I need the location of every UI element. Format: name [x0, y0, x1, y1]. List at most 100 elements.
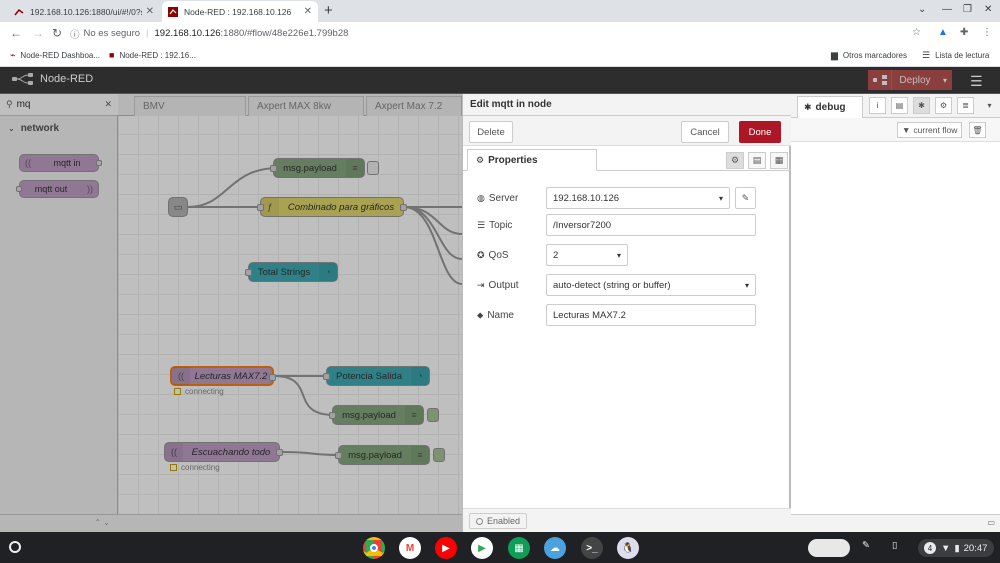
- sidebar-footer: ▭: [791, 514, 1000, 532]
- bug-icon: ✱: [804, 102, 812, 112]
- chrome-icon[interactable]: [363, 537, 385, 559]
- tab-properties[interactable]: ⚙ Properties: [467, 149, 597, 171]
- bookmark-label: Node-RED Dashboa...: [20, 51, 101, 60]
- browser-tab-dashboard[interactable]: 192.168.10.126:1880/ui/#!/0?soc ✕: [8, 1, 160, 22]
- popout-icon[interactable]: ▭: [987, 518, 995, 527]
- sheets-icon[interactable]: ▦: [508, 537, 530, 559]
- launcher-icon[interactable]: [9, 541, 21, 553]
- browser-tab-node-red[interactable]: Node-RED : 192.168.10.126 ✕: [162, 1, 318, 22]
- deploy-button[interactable]: Deploy ▾: [868, 70, 952, 90]
- settings-tab-icon[interactable]: ⚙: [726, 152, 744, 169]
- restore-icon[interactable]: ❐: [963, 4, 972, 15]
- close-icon[interactable]: ✕: [146, 6, 154, 17]
- done-button[interactable]: Done: [739, 121, 781, 143]
- reading-list[interactable]: ☰ Lista de lectura: [922, 50, 989, 61]
- appearance-tab-icon[interactable]: ▦: [770, 152, 788, 169]
- linux-penguin-icon[interactable]: 🐧: [617, 537, 639, 559]
- debug-toolbar: ▼ current flow 🗑: [791, 118, 1000, 142]
- gear-icon[interactable]: ⚙: [935, 97, 952, 114]
- browser-tab-bar: 192.168.10.126:1880/ui/#!/0?soc ✕ Node-R…: [0, 0, 1000, 22]
- os-taskbar: M ▶ ▶ ▦ ☁ >_ 🐧 ✎ ▯ 4 ▼ ▮ 20:47: [0, 532, 1000, 563]
- browser-tab-title: 192.168.10.126:1880/ui/#!/0?soc: [30, 6, 142, 17]
- database-icon[interactable]: ≣: [957, 97, 974, 114]
- globe-icon: ◍: [477, 192, 485, 203]
- back-arrow-icon[interactable]: ←: [10, 26, 22, 40]
- caret-down-icon[interactable]: ▾: [938, 76, 952, 85]
- close-icon[interactable]: ✕: [304, 6, 312, 17]
- qos-label-wrap: ✪ QoS: [477, 250, 546, 261]
- node-red-favicon-icon: ■: [109, 50, 115, 60]
- bug-tab-icon[interactable]: ✱: [913, 97, 930, 114]
- hamburger-menu-icon[interactable]: ☰: [970, 73, 983, 90]
- deploy-label: Deploy: [899, 74, 931, 86]
- topic-input[interactable]: /Inversor7200: [546, 214, 756, 236]
- toggle-circle-icon: [476, 517, 483, 525]
- tab-label: debug: [815, 102, 846, 113]
- bookmark-dashboard[interactable]: ⌁ Node-RED Dashboa...: [10, 50, 100, 61]
- qos-row: ✪ QoS 2 ▾: [477, 244, 777, 266]
- name-input[interactable]: Lecturas MAX7.2: [546, 304, 756, 326]
- other-bookmarks[interactable]: ▆ Otros marcadores: [831, 50, 907, 61]
- bookmark-label: Node-RED : 192.16...: [119, 50, 196, 60]
- bookmark-node-red[interactable]: ■ Node-RED : 192.16...: [109, 50, 196, 60]
- description-tab-icon[interactable]: ▤: [748, 152, 766, 169]
- info-icon[interactable]: i: [869, 97, 886, 114]
- filter-button[interactable]: ▼ current flow: [897, 122, 963, 138]
- drive-icon[interactable]: ▲: [938, 27, 948, 38]
- wifi-icon: ▼: [941, 542, 951, 554]
- sidebar: ✱ debug i ▤ ✱ ⚙ ≣ ▾ ▼ current flow 🗑 ▭: [790, 94, 1000, 532]
- trash-icon[interactable]: 🗑: [969, 122, 986, 138]
- edit-server-pencil-icon[interactable]: ✎: [735, 187, 756, 209]
- profile-dropdown-icon[interactable]: ⌄: [918, 4, 926, 15]
- server-select[interactable]: 192.168.10.126 ▾: [546, 187, 730, 209]
- youtube-icon[interactable]: ▶: [435, 537, 457, 559]
- gmail-icon[interactable]: M: [399, 537, 421, 559]
- enabled-toggle[interactable]: Enabled: [469, 513, 528, 529]
- battery-icon: ▮: [954, 542, 960, 554]
- url-host: 192.168.10.126: [154, 28, 221, 39]
- node-red-favicon-icon: [168, 6, 178, 17]
- name-label: Name: [487, 309, 514, 321]
- window-close-icon[interactable]: ✕: [984, 4, 992, 15]
- extensions-icon[interactable]: ✚: [960, 27, 968, 38]
- tray-footer: Enabled: [463, 508, 791, 532]
- star-icon[interactable]: ☆: [912, 27, 921, 38]
- url-bar[interactable]: ⓘ No es seguro | 192.168.10.126 :1880/#f…: [70, 25, 930, 42]
- tray-toolbar: Delete Cancel Done: [463, 116, 791, 146]
- output-label-wrap: ⇥ Output: [477, 280, 546, 291]
- output-select[interactable]: auto-detect (string or buffer) ▾: [546, 274, 756, 296]
- topic-row: ☰ Topic /Inversor7200: [477, 214, 777, 236]
- tab-debug[interactable]: ✱ debug: [797, 96, 863, 118]
- stylus-icon[interactable]: ✎: [862, 540, 870, 551]
- qos-select[interactable]: 2 ▾: [546, 244, 628, 266]
- sign-out-icon: ⇥: [477, 279, 485, 290]
- modal-overlay: [0, 94, 462, 532]
- node-red-logo-icon: [12, 73, 33, 85]
- server-label-wrap: ◍ Server: [477, 193, 546, 204]
- cancel-button[interactable]: Cancel: [681, 121, 729, 143]
- browser-tab-title: Node-RED : 192.168.10.126: [184, 6, 292, 17]
- divider: |: [146, 28, 149, 39]
- reload-icon[interactable]: ↻: [52, 26, 62, 40]
- play-store-icon[interactable]: ▶: [471, 537, 493, 559]
- chevron-down-icon: ▾: [718, 193, 723, 203]
- weather-icon[interactable]: ☁: [544, 537, 566, 559]
- new-tab-button[interactable]: +: [324, 2, 333, 19]
- output-label: Output: [488, 279, 519, 291]
- clock: 20:47: [963, 542, 988, 554]
- status-area[interactable]: 4 ▼ ▮ 20:47: [918, 539, 994, 557]
- filter-label: current flow: [913, 125, 958, 135]
- filter-icon: ▼: [902, 125, 911, 135]
- more-menu-icon[interactable]: ⋮: [982, 27, 992, 38]
- tote-icon[interactable]: [808, 539, 850, 557]
- delete-button[interactable]: Delete: [469, 121, 513, 143]
- terminal-icon[interactable]: >_: [581, 537, 603, 559]
- gear-icon: ⚙: [476, 154, 485, 165]
- book-icon[interactable]: ▤: [891, 97, 908, 114]
- phone-hub-icon[interactable]: ▯: [892, 540, 897, 551]
- forward-arrow-icon[interactable]: →: [32, 26, 44, 40]
- caret-down-icon[interactable]: ▾: [981, 97, 998, 114]
- minimize-icon[interactable]: —: [942, 4, 952, 15]
- topic-label-wrap: ☰ Topic: [477, 220, 546, 231]
- reading-list-icon: ☰: [922, 50, 931, 60]
